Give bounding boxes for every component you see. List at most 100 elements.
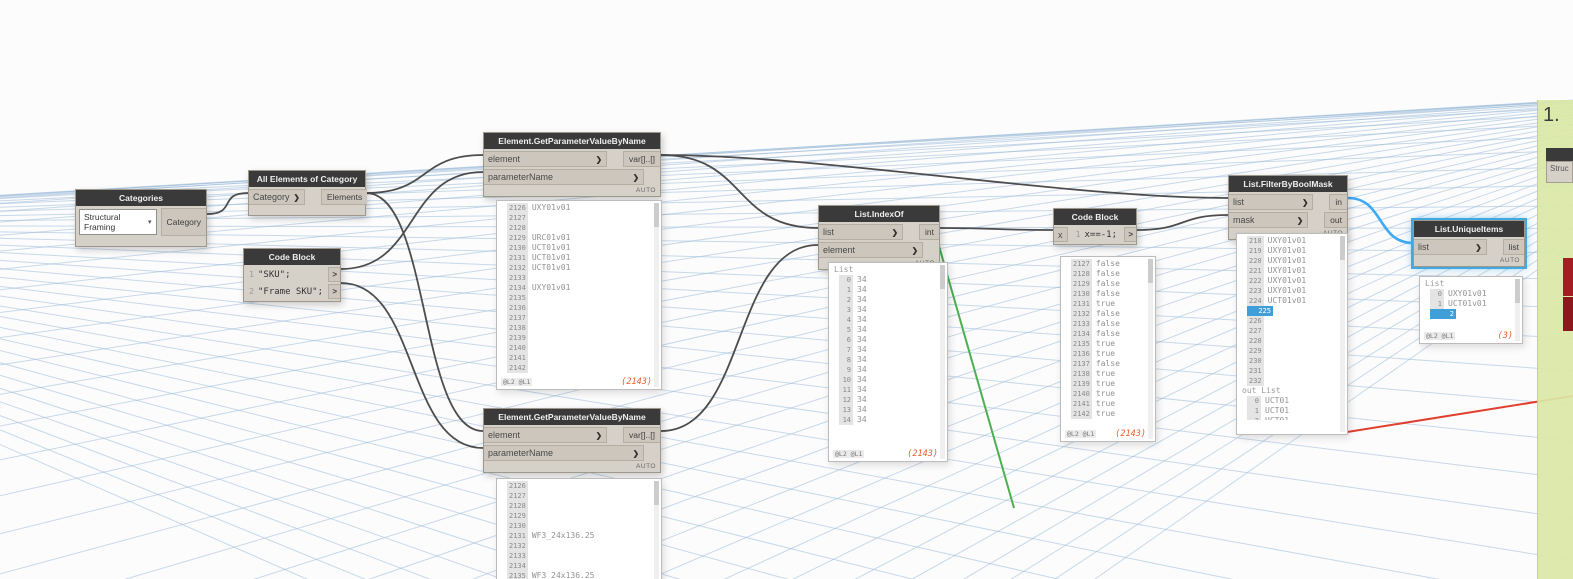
node-title[interactable]: List.IndexOf: [819, 206, 939, 222]
list-item: 4 34: [832, 315, 938, 325]
list-item: 10 34: [832, 375, 938, 385]
group-1[interactable]: 1. Struc: [1537, 100, 1573, 579]
list-value: UCT01v01: [1267, 296, 1307, 305]
input-port-list[interactable]: list ❯: [1229, 194, 1314, 210]
preview-scrollbar[interactable]: [1515, 279, 1520, 341]
output-port-int[interactable]: int: [919, 224, 939, 240]
preview-list-uniqueitems[interactable]: List 0 UXY01v01 1 UCT01v01 2 @L2 @L1 (3): [1419, 276, 1523, 344]
preview-element-getparametervaluebyname-1[interactable]: 2126 UXY01v01 2127 2128 2129 URC01v01 2130 UCT0…: [496, 200, 662, 390]
list-value: UCT01: [1265, 396, 1290, 405]
list-item: 230: [1240, 356, 1338, 366]
input-port-x[interactable]: x: [1054, 227, 1068, 242]
dynamo-workspace[interactable]: 1. Struc Categories Structural Framing ▾ Ca…: [0, 0, 1573, 579]
port-label: Category: [253, 192, 290, 202]
list-index: 232: [1247, 376, 1264, 386]
list-index: 2126: [507, 203, 528, 213]
node-list-indexof[interactable]: List.IndexOflist❯intelement❯AUTO: [818, 205, 940, 270]
output-port-list[interactable]: list: [1502, 239, 1524, 255]
output-port-line-1[interactable]: >: [1124, 227, 1136, 242]
preview-levels-badge[interactable]: @L2 @L1: [1424, 332, 1456, 340]
node-all-elements-of-category[interactable]: All Elements of Category Category ❯ Element…: [248, 170, 368, 216]
output-port-var[]..[][interactable]: var[]..[]: [623, 151, 660, 167]
preview-levels-badge[interactable]: @L2 @L1: [501, 378, 533, 386]
preview-levels-badge[interactable]: @L2 @L1: [833, 450, 865, 458]
input-port-parameterName[interactable]: parameterName ❯: [484, 445, 644, 461]
input-port-Category[interactable]: Category ❯: [249, 189, 305, 205]
node-title[interactable]: Element.GetParameterValueByName: [484, 409, 660, 425]
preview-list-filterbyboolmask[interactable]: 218 UXY01v01 219 UXY01v01 220 UXY01v01 221 UXY0…: [1236, 233, 1348, 435]
wire-listindexof-to-codeblock-x[interactable]: [939, 227, 1054, 231]
output-port-line-1[interactable]: >: [328, 267, 340, 282]
code-line[interactable]: 1 x==-1;: [1071, 227, 1125, 242]
node-list-uniqueitems[interactable]: List.UniqueItems list ❯ list AUTO: [1411, 218, 1527, 269]
node-title[interactable]: Categories: [76, 190, 206, 206]
preview-scrollbar[interactable]: [1340, 236, 1345, 432]
preview-element-getparametervaluebyname-2[interactable]: 2126 2127 2128 2129 2130 2131 WF3_24x136.25 213…: [496, 478, 662, 579]
list-value: WF3_24x136.25: [531, 571, 595, 579]
node-element-getparametervaluebyname-1[interactable]: Element.GetParameterValueByName element ❯ v…: [483, 132, 661, 197]
output-port-line-2[interactable]: >: [328, 284, 340, 299]
red-node-bar-1[interactable]: [1563, 258, 1573, 296]
preview-code-block-compare[interactable]: 2127 false 2128 false 2129 false 2130 false 2131…: [1060, 256, 1156, 442]
list-item: 2139: [500, 333, 652, 343]
list-item: 2 34: [832, 295, 938, 305]
output-port-Elements[interactable]: Elements: [320, 189, 368, 205]
input-port-list[interactable]: list ❯: [1414, 239, 1487, 255]
node-title[interactable]: Element.GetParameterValueByName: [484, 133, 660, 149]
output-port-out[interactable]: out: [1324, 212, 1347, 228]
preview-levels-badge[interactable]: @L2 @L1: [1065, 430, 1097, 438]
list-index: 228: [1247, 336, 1264, 346]
code-line[interactable]: 2 "Frame SKU";: [244, 284, 328, 299]
list-value: 34: [857, 325, 867, 334]
list-item: 2132: [500, 541, 652, 551]
node-title[interactable]: List.UniqueItems: [1414, 221, 1524, 237]
node-title[interactable]: Code Block: [244, 249, 340, 265]
red-node-bar-2[interactable]: [1563, 297, 1573, 331]
categories-dropdown[interactable]: Structural Framing ▾: [79, 209, 157, 235]
output-port-Category[interactable]: Category: [160, 208, 206, 236]
node-code-block-compare[interactable]: Code Block x 1 x==-1; >: [1053, 208, 1137, 245]
preview-scrollbar[interactable]: [654, 481, 659, 579]
list-index: 2130: [507, 243, 528, 253]
list-index: 222: [1247, 276, 1264, 286]
preview-scrollbar[interactable]: [940, 265, 945, 459]
preview-scrollbar[interactable]: [1148, 259, 1153, 439]
list-index: 2131: [1071, 299, 1092, 309]
code-line[interactable]: 1 "SKU";: [244, 267, 328, 282]
port-chevron-icon: ❯: [1475, 242, 1482, 252]
node-title[interactable]: All Elements of Category: [249, 171, 365, 187]
node-code-block-sku[interactable]: Code Block 1 "SKU"; >2 "Frame SKU"; >: [243, 248, 341, 302]
output-port-var[]..[][interactable]: var[]..[]: [623, 427, 660, 443]
wire-getparam1-to-filterbyboolmask-list[interactable]: [660, 154, 1229, 199]
list-index: 2127: [507, 491, 528, 501]
node-categories[interactable]: Categories Structural Framing ▾ Category: [75, 189, 207, 247]
lacing-auto-label[interactable]: AUTO: [484, 463, 660, 472]
list-index: 229: [1247, 346, 1264, 356]
input-port-list[interactable]: list ❯: [819, 224, 904, 240]
list-index: 2140: [1071, 389, 1092, 399]
lacing-auto-label[interactable]: AUTO: [1414, 257, 1524, 266]
partial-node-body[interactable]: Struc: [1546, 161, 1573, 183]
port-chevron-icon: ❯: [595, 430, 603, 440]
input-port-parameterName[interactable]: parameterName ❯: [484, 169, 644, 185]
list-item: 2134: [500, 561, 652, 571]
preview-list-indexof[interactable]: List 0 34 1 34 2 34 3 34 4 34 5 34 6 34 7 34 8 34 9 34 10 34 11…: [828, 262, 948, 462]
input-port-element[interactable]: element ❯: [819, 242, 923, 258]
list-index: 219: [1247, 246, 1264, 256]
wire-filterbyboolmask-in-to-uniqueitems-list[interactable]: [1346, 196, 1415, 245]
input-port-element[interactable]: element ❯: [484, 151, 608, 167]
node-list-filterbyboolmask[interactable]: List.FilterByBoolMasklist❯inmask❯outAUTO: [1228, 175, 1348, 240]
preview-out-header: out List: [1242, 386, 1281, 395]
list-item: 2130 UCT01v01: [500, 243, 652, 253]
node-title[interactable]: Code Block: [1054, 209, 1136, 225]
wire-codeblock-framesku-to-getparam2-parametername[interactable]: [340, 282, 484, 449]
input-port-element[interactable]: element ❯: [484, 427, 608, 443]
output-port-in[interactable]: in: [1329, 194, 1347, 210]
node-element-getparametervaluebyname-2[interactable]: Element.GetParameterValueByName element ❯ v…: [483, 408, 661, 473]
node-title[interactable]: List.FilterByBoolMask: [1229, 176, 1347, 192]
dropdown-value: Structural Framing: [84, 212, 121, 232]
lacing-auto-label[interactable]: AUTO: [484, 187, 660, 196]
partial-node-header[interactable]: [1546, 148, 1573, 161]
preview-scrollbar[interactable]: [654, 203, 659, 387]
input-port-mask[interactable]: mask ❯: [1229, 212, 1309, 228]
